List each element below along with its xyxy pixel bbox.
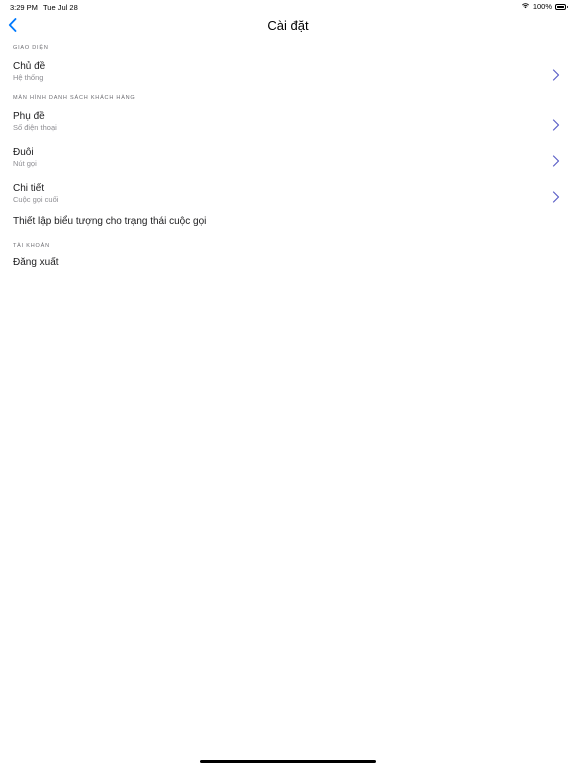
- row-title: Đuôi: [13, 147, 34, 158]
- section-header-customer-list: MÀN HÌNH DANH SÁCH KHÁCH HÀNG: [13, 95, 136, 101]
- row-title: Chủ đề: [13, 61, 46, 72]
- status-right: 100%: [521, 2, 568, 11]
- row-subtitle: Nút gọi: [13, 159, 37, 168]
- battery-percent: 100%: [532, 2, 552, 11]
- battery-icon: [555, 3, 568, 10]
- chevron-right-icon: [552, 190, 560, 203]
- row-subtitle: Số điện thoại: [13, 123, 57, 132]
- navigation-bar: Cài đặt: [0, 14, 576, 40]
- settings-row-subtitle[interactable]: Phụ đề Số điện thoại: [0, 111, 576, 137]
- home-indicator: [200, 760, 376, 763]
- chevron-right-icon: [552, 154, 560, 167]
- settings-row-call-status-icons[interactable]: Thiết lập biểu tượng cho trạng thái cuộc…: [0, 216, 576, 232]
- row-subtitle: Hệ thống: [13, 73, 44, 82]
- section-header-account: TÀI KHOẢN: [13, 243, 50, 249]
- settings-row-trailing[interactable]: Đuôi Nút gọi: [0, 147, 576, 173]
- settings-row-theme[interactable]: Chủ đề Hệ thống: [0, 61, 576, 87]
- chevron-right-icon: [552, 118, 560, 131]
- chevron-right-icon: [552, 68, 560, 81]
- settings-row-logout[interactable]: Đăng xuất: [0, 257, 576, 273]
- status-date: Tue Jul 28: [43, 3, 78, 12]
- battery-fill: [557, 5, 564, 8]
- settings-row-detail[interactable]: Chi tiết Cuộc gọi cuối: [0, 183, 576, 209]
- row-title: Chi tiết: [13, 183, 45, 194]
- status-time: 3:29 PM: [10, 3, 38, 12]
- battery-cap: [566, 5, 568, 8]
- wifi-icon: [521, 2, 530, 11]
- row-subtitle: Cuộc gọi cuối: [13, 195, 59, 204]
- section-header-interface: GIAO DIỆN: [13, 45, 49, 51]
- page-title: Cài đặt: [267, 18, 309, 33]
- settings-screen: 3:29 PM Tue Jul 28 100% Cài đặt GIAO DIỆ…: [0, 0, 576, 768]
- logout-label: Đăng xuất: [13, 257, 59, 268]
- status-bar: 3:29 PM Tue Jul 28 100%: [0, 0, 576, 14]
- row-title: Thiết lập biểu tượng cho trạng thái cuộc…: [13, 216, 207, 227]
- row-title: Phụ đề: [13, 111, 45, 122]
